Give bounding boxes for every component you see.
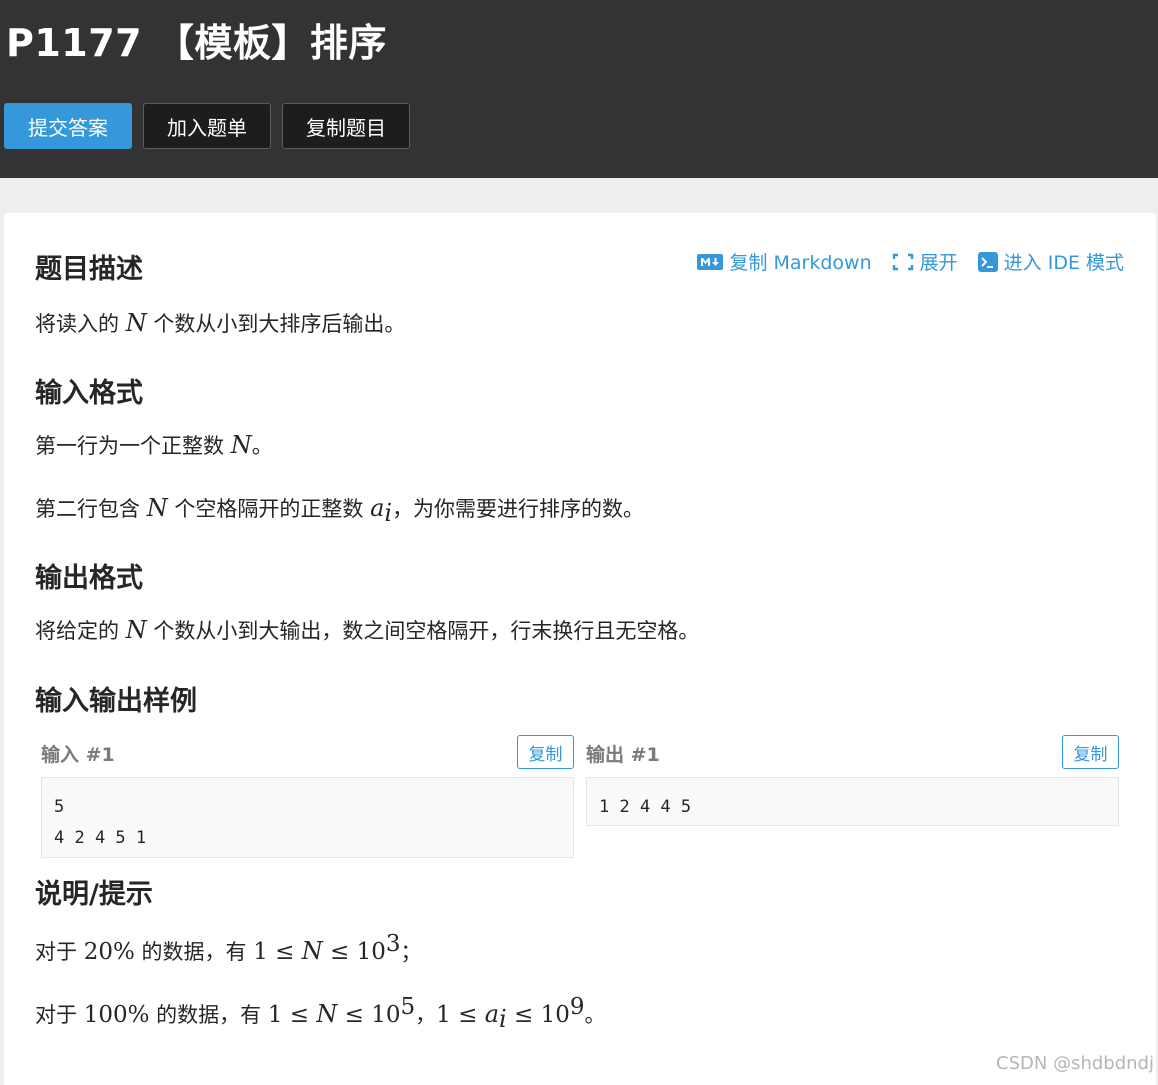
copy-input-button[interactable]: 复制: [517, 735, 574, 769]
hint-line2: 对于 100% 的数据，有 1 ≤ N ≤ 105，1 ≤ ai ≤ 109。: [35, 994, 606, 1034]
description-heading: 题目描述: [35, 254, 143, 285]
problem-header: P1177 【模板】排序 提交答案 加入题单 复制题目: [0, 0, 1158, 178]
page-title: P1177 【模板】排序: [6, 21, 387, 65]
add-to-list-button[interactable]: 加入题单: [143, 103, 271, 149]
expand-label: 展开: [919, 252, 958, 274]
submit-answer-button[interactable]: 提交答案: [4, 103, 132, 149]
output-format-text: 将给定的 N 个数从小到大输出，数之间空格隔开，行末换行且无空格。: [35, 616, 700, 644]
sample-input-label: 输入 #1: [41, 744, 115, 766]
copy-markdown-button[interactable]: 复制 Markdown: [697, 248, 872, 275]
ide-mode-button[interactable]: 进入 IDE 模式: [977, 248, 1124, 275]
ide-mode-label: 进入 IDE 模式: [1003, 252, 1124, 274]
terminal-icon: [977, 251, 998, 272]
header-actions: 提交答案 加入题单 复制题目: [4, 103, 421, 149]
input-format-line1: 第一行为一个正整数 N。: [35, 431, 273, 459]
watermark: CSDN @shdbdndj: [996, 1053, 1154, 1074]
markdown-icon: [697, 253, 724, 270]
description-text: 将读入的 N 个数从小到大排序后输出。: [35, 309, 406, 337]
math-N: N: [125, 309, 147, 337]
copy-markdown-label: 复制 Markdown: [729, 252, 872, 274]
expand-button[interactable]: 展开: [892, 248, 958, 275]
input-format-heading: 输入格式: [35, 378, 143, 409]
sample-input-box: 5 4 2 4 5 1: [41, 777, 574, 858]
sample-output-label: 输出 #1: [586, 744, 660, 766]
samples-heading: 输入输出样例: [35, 686, 197, 717]
sample-output-box: 1 2 4 4 5: [586, 777, 1119, 826]
copy-problem-button[interactable]: 复制题目: [282, 103, 410, 149]
output-format-heading: 输出格式: [35, 563, 143, 594]
copy-output-button[interactable]: 复制: [1062, 735, 1119, 769]
hint-line1: 对于 20% 的数据，有 1 ≤ N ≤ 103；: [35, 931, 422, 965]
expand-icon: [892, 253, 913, 270]
problem-card: 复制 Markdown 展开 进入 IDE 模式 题目描述 将读入的 N 个数从…: [4, 213, 1156, 1085]
problem-toolbar: 复制 Markdown 展开 进入 IDE 模式: [677, 248, 1124, 275]
hint-heading: 说明/提示: [35, 879, 153, 910]
input-format-line2: 第二行包含 N 个空格隔开的正整数 ai，为你需要进行排序的数。: [35, 494, 645, 528]
